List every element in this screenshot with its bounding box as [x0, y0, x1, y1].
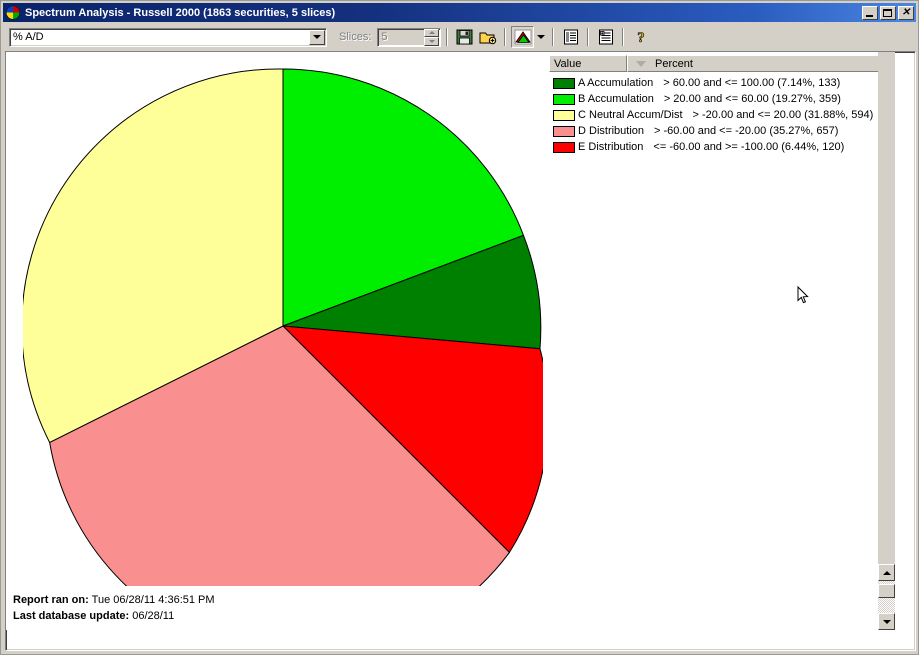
- slices-stepper[interactable]: 5: [377, 27, 442, 47]
- report-ran-value: Tue 06/28/11 4:36:51 PM: [91, 594, 215, 606]
- legend-label-e: E Distribution: [578, 141, 644, 153]
- report-footer: Report ran on: Tue 06/28/11 4:36:51 PM L…: [13, 592, 215, 624]
- legend-swatch-d: [553, 125, 575, 137]
- toolbar-separator: [552, 28, 555, 46]
- legend-label-c: C Neutral Accum/Dist: [578, 109, 683, 121]
- scrollbar-thumb[interactable]: [878, 584, 895, 598]
- legend-range-c: > -20.00 and <= 20.00 (31.88%, 594): [692, 109, 874, 121]
- legend-range-b: > 20.00 and <= 60.00 (19.27%, 359): [663, 93, 841, 105]
- legend-item-e[interactable]: E Distribution <= -60.00 and >= -100.00 …: [549, 139, 895, 155]
- chart-type-dropdown-button[interactable]: [534, 26, 547, 48]
- open-button[interactable]: [476, 26, 499, 48]
- legend-range-e: <= -60.00 and >= -100.00 (6.44%, 120): [653, 141, 845, 153]
- scroll-down-button[interactable]: [878, 613, 895, 630]
- legend-rows: A Accumulation > 60.00 and <= 100.00 (7.…: [549, 72, 895, 155]
- triangle-down-icon: [882, 619, 891, 624]
- chevron-down-icon[interactable]: [309, 29, 325, 45]
- triangle-up-icon: [882, 570, 891, 575]
- list-view-button[interactable]: [559, 26, 582, 48]
- legend-column-value[interactable]: Value: [549, 55, 627, 72]
- slices-increment-button[interactable]: [424, 28, 440, 37]
- report-view-icon: [598, 29, 613, 45]
- legend-range-d: > -60.00 and <= -20.00 (35.27%, 657): [654, 125, 839, 137]
- save-icon: [456, 29, 473, 45]
- spectrum-analysis-window: Spectrum Analysis - Russell 2000 (1863 s…: [0, 0, 919, 655]
- title-bar[interactable]: Spectrum Analysis - Russell 2000 (1863 s…: [3, 3, 916, 22]
- last-update-value: 06/28/11: [132, 610, 175, 622]
- legend-swatch-b: [553, 93, 575, 105]
- sort-descending-icon: [636, 60, 646, 67]
- legend-label-a: A Accumulation: [578, 77, 654, 89]
- pie-chart: [23, 68, 543, 586]
- slices-decrement-button[interactable]: [424, 37, 440, 46]
- indicator-combo[interactable]: % A/D: [9, 27, 327, 47]
- legend-item-a[interactable]: A Accumulation > 60.00 and <= 100.00 (7.…: [549, 75, 895, 91]
- toolbar-separator: [446, 28, 449, 46]
- last-update-line: Last database update: 06/28/11: [13, 608, 215, 624]
- help-icon: ?: [637, 30, 645, 45]
- close-button[interactable]: ✕: [898, 5, 914, 20]
- minimize-button[interactable]: [862, 5, 878, 20]
- legend-column-percent-label: Percent: [655, 57, 693, 70]
- chart-vertical-scrollbar[interactable]: [878, 52, 895, 630]
- toolbar-separator: [587, 28, 590, 46]
- window-title: Spectrum Analysis - Russell 2000 (1863 s…: [25, 6, 336, 19]
- legend-item-d[interactable]: D Distribution > -60.00 and <= -20.00 (3…: [549, 123, 895, 139]
- legend-column-percent[interactable]: Percent: [627, 55, 895, 72]
- legend-swatch-a: [553, 77, 575, 89]
- report-client-area: Value Percent A Accumulation > 60.00 and…: [5, 51, 916, 651]
- toolbar: % A/D Slices: 5 ?: [3, 24, 916, 50]
- mouse-cursor: [797, 285, 809, 305]
- legend-label-b: B Accumulation: [578, 93, 654, 105]
- slices-label: Slices:: [339, 31, 372, 43]
- legend-range-a: > 60.00 and <= 100.00 (7.14%, 133): [663, 77, 841, 89]
- legend-header: Value Percent: [549, 55, 895, 72]
- chevron-down-icon: [536, 35, 545, 39]
- maximize-button[interactable]: [880, 5, 896, 20]
- report-view-button[interactable]: [594, 26, 617, 48]
- toolbar-separator: [504, 28, 507, 46]
- pie-chart-view-icon: [514, 29, 532, 45]
- indicator-combo-value: % A/D: [13, 31, 44, 43]
- report-ran-line: Report ran on: Tue 06/28/11 4:36:51 PM: [13, 592, 215, 608]
- slices-spin-buttons[interactable]: [424, 28, 440, 46]
- open-folder-icon: [479, 32, 497, 45]
- save-button[interactable]: [453, 26, 476, 48]
- legend-swatch-c: [553, 109, 575, 121]
- svg-text:?: ?: [637, 30, 645, 45]
- legend-swatch-e: [553, 141, 575, 153]
- report-ran-label: Report ran on:: [13, 594, 89, 606]
- scroll-up-button[interactable]: [878, 564, 895, 581]
- help-button[interactable]: ?: [629, 26, 652, 48]
- toolbar-separator: [622, 28, 625, 46]
- slices-value: 5: [381, 31, 388, 43]
- list-view-icon: [563, 29, 578, 45]
- legend: Value Percent A Accumulation > 60.00 and…: [549, 55, 895, 155]
- legend-item-c[interactable]: C Neutral Accum/Dist > -20.00 and <= 20.…: [549, 107, 895, 123]
- last-update-label: Last database update:: [13, 610, 130, 622]
- window-controls: ✕: [862, 5, 914, 20]
- legend-item-b[interactable]: B Accumulation > 20.00 and <= 60.00 (19.…: [549, 91, 895, 107]
- legend-label-d: D Distribution: [578, 125, 645, 137]
- chart-canvas: Value Percent A Accumulation > 60.00 and…: [6, 52, 895, 630]
- chart-view-button[interactable]: [511, 26, 535, 48]
- pie-chart-icon: [5, 5, 21, 20]
